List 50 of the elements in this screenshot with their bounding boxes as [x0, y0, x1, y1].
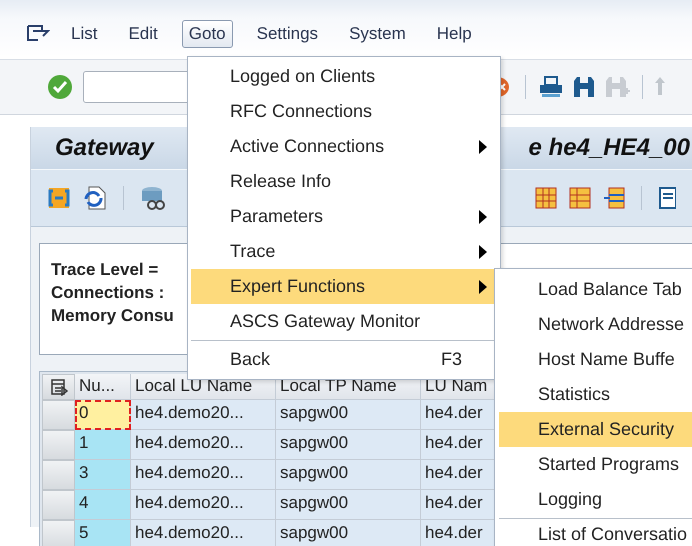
menu-item[interactable]: System [342, 20, 413, 48]
menu-item[interactable]: Parameters [191, 199, 497, 234]
menu-item[interactable]: Settings [250, 20, 326, 48]
table-cell: 3 [75, 460, 131, 490]
menu-item[interactable]: ASCS Gateway Monitor [191, 304, 497, 339]
menu-item[interactable]: Load Balance Tab [499, 272, 692, 307]
table-cell: he4.demo20... [131, 520, 276, 546]
info-line: Trace Level = [51, 259, 158, 281]
info-line: Connections : [51, 282, 164, 304]
table-cell: 5 [75, 520, 131, 546]
menu-item[interactable]: RFC Connections [191, 94, 497, 129]
menu-item[interactable]: Trace [191, 234, 497, 269]
menu-item-label: Trace [230, 241, 276, 262]
menu-item[interactable]: List [64, 20, 104, 48]
column-header[interactable]: Nu... [75, 374, 131, 400]
menu-item[interactable]: Back F3 [191, 342, 497, 377]
menu-item-label: Back [230, 349, 270, 370]
table-cell: 1 [75, 430, 131, 460]
table-cell: he4.demo20... [131, 490, 276, 520]
menu-item[interactable]: External Security [499, 412, 692, 447]
menu-item-label: Expert Functions [230, 276, 366, 297]
menu-item-label: ASCS Gateway Monitor [230, 311, 420, 332]
table-cell: sapgw00 [276, 430, 421, 460]
menu-item[interactable]: Host Name Buffe [499, 342, 692, 377]
menu-item[interactable]: Release Info [191, 164, 497, 199]
menu-item[interactable]: Network Addresse [499, 307, 692, 342]
menu-item-label: Release Info [230, 171, 332, 192]
info-line: Memory Consu [51, 305, 174, 327]
table-cell: he4.demo20... [131, 430, 276, 460]
screen-title: Gateway [55, 134, 154, 162]
table-cell: 0 [75, 400, 131, 430]
menu-item[interactable]: Active Connections [191, 129, 497, 164]
menu-item-label: Active Connections [230, 136, 384, 157]
table-cell: sapgw00 [276, 520, 421, 546]
table-cell: 4 [75, 490, 131, 520]
menu-item[interactable]: List of Conversatio [499, 520, 692, 544]
table-cell: sapgw00 [276, 400, 421, 430]
menu-item[interactable]: Help [430, 20, 479, 48]
menu-item-label: RFC Connections [230, 101, 372, 122]
table-cell: he4.demo20... [131, 400, 276, 430]
screen-title: e he4_HE4_00 [528, 134, 690, 162]
menu-item[interactable]: Goto [182, 20, 233, 48]
menu-item[interactable]: Edit [121, 20, 165, 48]
table-cell: he4.demo20... [131, 460, 276, 490]
table-cell: sapgw00 [276, 460, 421, 490]
shortcut-label: F3 [441, 349, 462, 370]
menu-item[interactable]: Expert Functions [191, 269, 497, 304]
menu-item-label: Parameters [230, 206, 324, 227]
menu-item-label: Logged on Clients [230, 66, 376, 87]
table-cell: sapgw00 [276, 490, 421, 520]
